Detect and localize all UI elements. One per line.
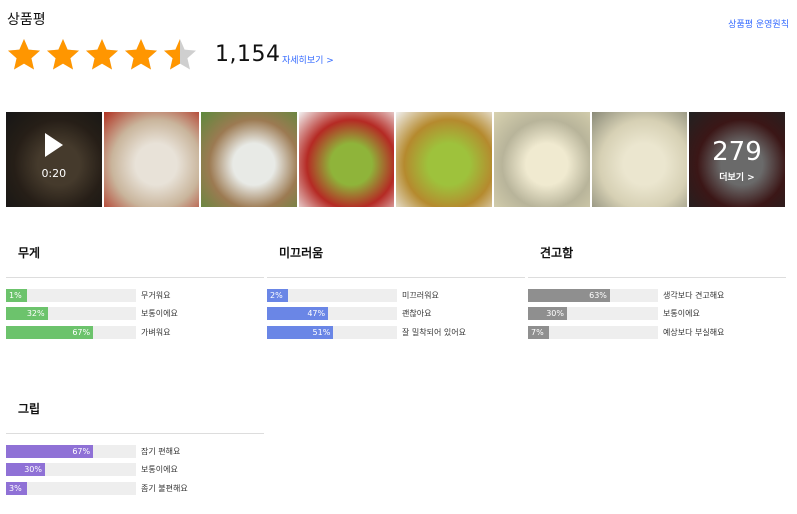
more-photos-thumbnail[interactable]: 279 더보기 > bbox=[689, 112, 785, 207]
survey-option-label: 보통이에요 bbox=[141, 309, 178, 319]
survey-bar-percent: 7% bbox=[531, 327, 544, 337]
survey-group-title: 무게 bbox=[6, 238, 264, 278]
star-full-icon bbox=[125, 39, 157, 70]
survey-bar-percent: 2% bbox=[270, 290, 283, 300]
survey-bar-track: 7% bbox=[528, 325, 658, 339]
photo-thumbnail[interactable] bbox=[298, 112, 395, 207]
survey-option-label: 가벼워요 bbox=[141, 327, 171, 337]
photo-thumbnail[interactable] bbox=[103, 112, 200, 207]
survey-bar-percent: 3% bbox=[9, 483, 22, 493]
review-title: 상품평 bbox=[7, 12, 46, 28]
star-full-icon bbox=[47, 39, 79, 70]
survey-bar-percent: 32% bbox=[26, 309, 45, 319]
photo-thumbnail[interactable] bbox=[591, 112, 688, 207]
survey-option-label: 잘 밀착되어 있어요 bbox=[402, 327, 466, 337]
survey-bar-track: 47% bbox=[267, 307, 397, 321]
survey-option-label: 보통이에요 bbox=[141, 465, 178, 475]
survey-option-label: 좀기 불편해요 bbox=[141, 483, 188, 493]
survey-row: 51% 잘 밀착되어 있어요 bbox=[267, 323, 525, 342]
survey-bar-track: 2% bbox=[267, 288, 397, 302]
survey-option-label: 미끄러워요 bbox=[402, 290, 439, 300]
survey-option-label: 괜찮아요 bbox=[402, 309, 432, 319]
star-full-icon bbox=[86, 39, 118, 70]
survey-bar-track: 30% bbox=[528, 307, 658, 321]
survey-group-title: 미끄러움 bbox=[267, 238, 525, 278]
survey-bar-track: 67% bbox=[6, 325, 136, 339]
photo-thumbnail[interactable] bbox=[201, 112, 297, 207]
survey-bar-percent: 67% bbox=[72, 327, 91, 337]
star-rating bbox=[6, 37, 201, 73]
play-icon bbox=[44, 133, 63, 157]
survey-row: 32% 보통이에요 bbox=[6, 305, 264, 324]
photo-gallery: 0:20 279 더보기 > bbox=[6, 112, 785, 207]
more-overlay: 279 더보기 > bbox=[689, 112, 785, 207]
survey-bar-track: 3% bbox=[6, 481, 136, 495]
survey-group: 견고함 63% 생각보다 견고해요 30% 보통이에요 7% 예상보다 부실해요 bbox=[528, 238, 786, 342]
survey-group: 무게 1% 무거워요 32% 보통이에요 67% 가벼워요 bbox=[6, 238, 264, 342]
survey-row: 7% 예상보다 부실해요 bbox=[528, 323, 786, 342]
more-photos-label: 더보기 > bbox=[719, 172, 755, 183]
star-full-icon bbox=[8, 39, 40, 70]
survey-row: 30% 보통이에요 bbox=[528, 305, 786, 324]
photo-thumbnail[interactable] bbox=[396, 112, 492, 207]
survey-bar-track: 51% bbox=[267, 325, 397, 339]
survey-row: 1% 무거워요 bbox=[6, 286, 264, 305]
survey-bar-percent: 51% bbox=[312, 327, 331, 337]
survey-bar-percent: 63% bbox=[589, 290, 607, 300]
survey-option-label: 무거워요 bbox=[141, 290, 171, 300]
survey-row: 3% 좀기 불편해요 bbox=[6, 479, 264, 498]
survey-bar-percent: 67% bbox=[72, 446, 91, 456]
survey-row: 47% 괜찮아요 bbox=[267, 305, 525, 324]
star-half-icon bbox=[164, 39, 196, 70]
review-count: 1,154 bbox=[215, 42, 281, 67]
survey-row: 67% 잡기 편해요 bbox=[6, 442, 264, 461]
survey-bar-percent: 30% bbox=[546, 309, 564, 319]
survey-option-label: 보통이에요 bbox=[663, 309, 700, 319]
survey-option-label: 잡기 편해요 bbox=[141, 446, 181, 456]
video-duration: 0:20 bbox=[41, 167, 67, 180]
more-photos-count: 279 bbox=[712, 136, 762, 167]
photo-thumbnail[interactable] bbox=[493, 112, 590, 207]
survey-bar-percent: 47% bbox=[307, 309, 326, 319]
survey-bar-track: 67% bbox=[6, 444, 136, 458]
survey-row: 30% 보통이에요 bbox=[6, 461, 264, 480]
survey-group: 그립 67% 잡기 편해요 30% 보통이에요 3% 좀기 불편해요 bbox=[6, 394, 264, 498]
survey-group: 미끄러움 2% 미끄러워요 47% 괜찮아요 51% 잘 밀착되어 있어요 bbox=[267, 238, 525, 342]
survey-group-title: 그립 bbox=[6, 394, 264, 434]
survey-bar-track: 30% bbox=[6, 463, 136, 477]
survey-row: 63% 생각보다 견고해요 bbox=[528, 286, 786, 305]
survey-row: 2% 미끄러워요 bbox=[267, 286, 525, 305]
video-thumbnail[interactable]: 0:20 bbox=[6, 112, 102, 207]
survey-row: 67% 가벼워요 bbox=[6, 323, 264, 342]
survey-bar-track: 32% bbox=[6, 307, 136, 321]
survey-option-label: 생각보다 견고해요 bbox=[663, 290, 725, 300]
video-overlay: 0:20 bbox=[6, 112, 102, 207]
survey-option-label: 예상보다 부실해요 bbox=[663, 327, 725, 337]
review-detail-link[interactable]: 자세히보기 > bbox=[282, 53, 334, 66]
review-policy-link[interactable]: 상품평 운영원칙 bbox=[728, 17, 789, 30]
survey-bar-percent: 30% bbox=[24, 465, 42, 475]
survey-bar-track: 1% bbox=[6, 288, 136, 302]
survey-group-title: 견고함 bbox=[528, 238, 786, 278]
survey-bar-percent: 1% bbox=[9, 290, 22, 300]
survey-bar-track: 63% bbox=[528, 288, 658, 302]
